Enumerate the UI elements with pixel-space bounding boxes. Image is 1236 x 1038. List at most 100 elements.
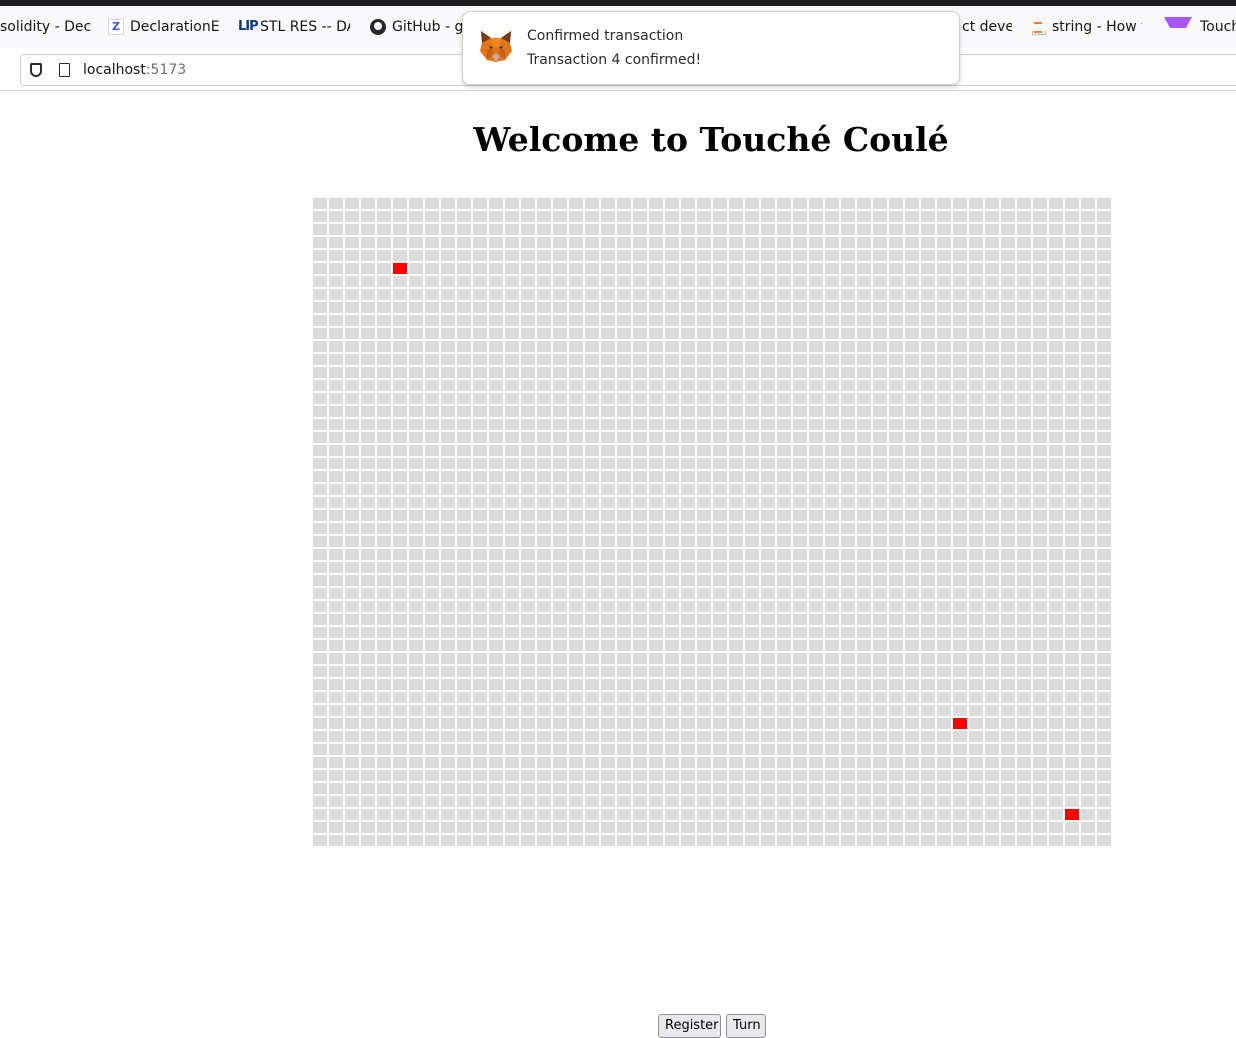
board-cell[interactable] bbox=[632, 626, 648, 639]
board-cell[interactable] bbox=[888, 678, 904, 691]
board-cell[interactable] bbox=[344, 548, 360, 561]
board-cell[interactable] bbox=[664, 834, 680, 847]
board-cell[interactable] bbox=[568, 587, 584, 600]
board-cell[interactable] bbox=[936, 379, 952, 392]
board-cell[interactable] bbox=[440, 470, 456, 483]
board-cell[interactable] bbox=[1096, 522, 1112, 535]
board-cell[interactable] bbox=[936, 691, 952, 704]
board-cell[interactable] bbox=[1032, 301, 1048, 314]
board-cell[interactable] bbox=[680, 496, 696, 509]
board-cell[interactable] bbox=[488, 665, 504, 678]
board-cell[interactable] bbox=[1096, 483, 1112, 496]
board-cell[interactable] bbox=[488, 704, 504, 717]
board-cell[interactable] bbox=[376, 249, 392, 262]
board-cell[interactable] bbox=[872, 691, 888, 704]
board-cell[interactable] bbox=[1000, 808, 1016, 821]
board-cell[interactable] bbox=[1016, 275, 1032, 288]
board-cell[interactable] bbox=[856, 483, 872, 496]
board-cell[interactable] bbox=[440, 821, 456, 834]
board-cell[interactable] bbox=[504, 600, 520, 613]
board-cell[interactable] bbox=[600, 483, 616, 496]
board-cell[interactable] bbox=[536, 548, 552, 561]
board-cell[interactable] bbox=[1048, 197, 1064, 210]
board-cell[interactable] bbox=[1016, 600, 1032, 613]
board-cell[interactable] bbox=[728, 756, 744, 769]
board-cell[interactable] bbox=[920, 808, 936, 821]
board-cell[interactable] bbox=[392, 587, 408, 600]
board-cell[interactable] bbox=[872, 782, 888, 795]
board-cell[interactable] bbox=[376, 262, 392, 275]
board-cell[interactable] bbox=[680, 392, 696, 405]
board-cell[interactable] bbox=[328, 340, 344, 353]
board-cell[interactable] bbox=[664, 288, 680, 301]
board-cell[interactable] bbox=[536, 327, 552, 340]
board-cell[interactable] bbox=[408, 444, 424, 457]
board-cell[interactable] bbox=[744, 418, 760, 431]
board-cell[interactable] bbox=[728, 600, 744, 613]
board-cell[interactable] bbox=[712, 366, 728, 379]
board-cell[interactable] bbox=[504, 470, 520, 483]
board-cell[interactable] bbox=[440, 431, 456, 444]
board-cell[interactable] bbox=[712, 301, 728, 314]
board-cell[interactable] bbox=[776, 470, 792, 483]
board-cell[interactable] bbox=[312, 782, 328, 795]
board-cell[interactable] bbox=[984, 418, 1000, 431]
board-cell[interactable] bbox=[472, 756, 488, 769]
board-cell[interactable] bbox=[408, 795, 424, 808]
board-cell[interactable] bbox=[984, 730, 1000, 743]
board-cell[interactable] bbox=[904, 626, 920, 639]
board-cell[interactable] bbox=[712, 470, 728, 483]
board-cell[interactable] bbox=[1080, 379, 1096, 392]
board-cell[interactable] bbox=[344, 678, 360, 691]
board-cell[interactable] bbox=[696, 652, 712, 665]
board-cell[interactable] bbox=[1096, 639, 1112, 652]
board-cell[interactable] bbox=[824, 262, 840, 275]
board-cell[interactable] bbox=[504, 405, 520, 418]
board-cell[interactable] bbox=[472, 743, 488, 756]
board-cell[interactable] bbox=[1080, 730, 1096, 743]
board-cell[interactable] bbox=[1080, 743, 1096, 756]
board-cell[interactable] bbox=[904, 535, 920, 548]
board-cell[interactable] bbox=[952, 691, 968, 704]
board-cell[interactable] bbox=[856, 808, 872, 821]
board-cell[interactable] bbox=[536, 808, 552, 821]
board-cell[interactable] bbox=[424, 314, 440, 327]
board-cell[interactable] bbox=[456, 314, 472, 327]
board-cell[interactable] bbox=[792, 834, 808, 847]
board-cell[interactable] bbox=[504, 730, 520, 743]
board-cell[interactable] bbox=[872, 704, 888, 717]
board-cell[interactable] bbox=[424, 405, 440, 418]
board-cell[interactable] bbox=[360, 366, 376, 379]
board-cell[interactable] bbox=[456, 600, 472, 613]
board-cell[interactable] bbox=[552, 379, 568, 392]
board-cell[interactable] bbox=[888, 782, 904, 795]
board-cell[interactable] bbox=[1032, 509, 1048, 522]
board-cell[interactable] bbox=[440, 392, 456, 405]
board-cell[interactable] bbox=[792, 665, 808, 678]
board-cell[interactable] bbox=[680, 821, 696, 834]
board-cell[interactable] bbox=[888, 652, 904, 665]
board-cell[interactable] bbox=[344, 379, 360, 392]
board-cell[interactable] bbox=[712, 223, 728, 236]
board-cell[interactable] bbox=[536, 561, 552, 574]
board-cell[interactable] bbox=[328, 327, 344, 340]
board-cell[interactable] bbox=[1096, 626, 1112, 639]
board-cell[interactable] bbox=[376, 782, 392, 795]
board-cell[interactable] bbox=[648, 470, 664, 483]
board-cell[interactable] bbox=[808, 821, 824, 834]
board-cell[interactable] bbox=[392, 288, 408, 301]
board-cell[interactable] bbox=[632, 574, 648, 587]
board-cell[interactable] bbox=[600, 236, 616, 249]
board-cell[interactable] bbox=[968, 496, 984, 509]
board-cell[interactable] bbox=[792, 691, 808, 704]
board-cell[interactable] bbox=[696, 340, 712, 353]
board-cell[interactable] bbox=[600, 600, 616, 613]
board-cell[interactable] bbox=[1016, 795, 1032, 808]
board-cell[interactable] bbox=[1048, 730, 1064, 743]
board-cell[interactable] bbox=[1080, 249, 1096, 262]
board-cell[interactable] bbox=[600, 379, 616, 392]
board-cell[interactable] bbox=[568, 730, 584, 743]
board-cell[interactable] bbox=[552, 457, 568, 470]
board-cell[interactable] bbox=[312, 522, 328, 535]
board-cell[interactable] bbox=[824, 613, 840, 626]
